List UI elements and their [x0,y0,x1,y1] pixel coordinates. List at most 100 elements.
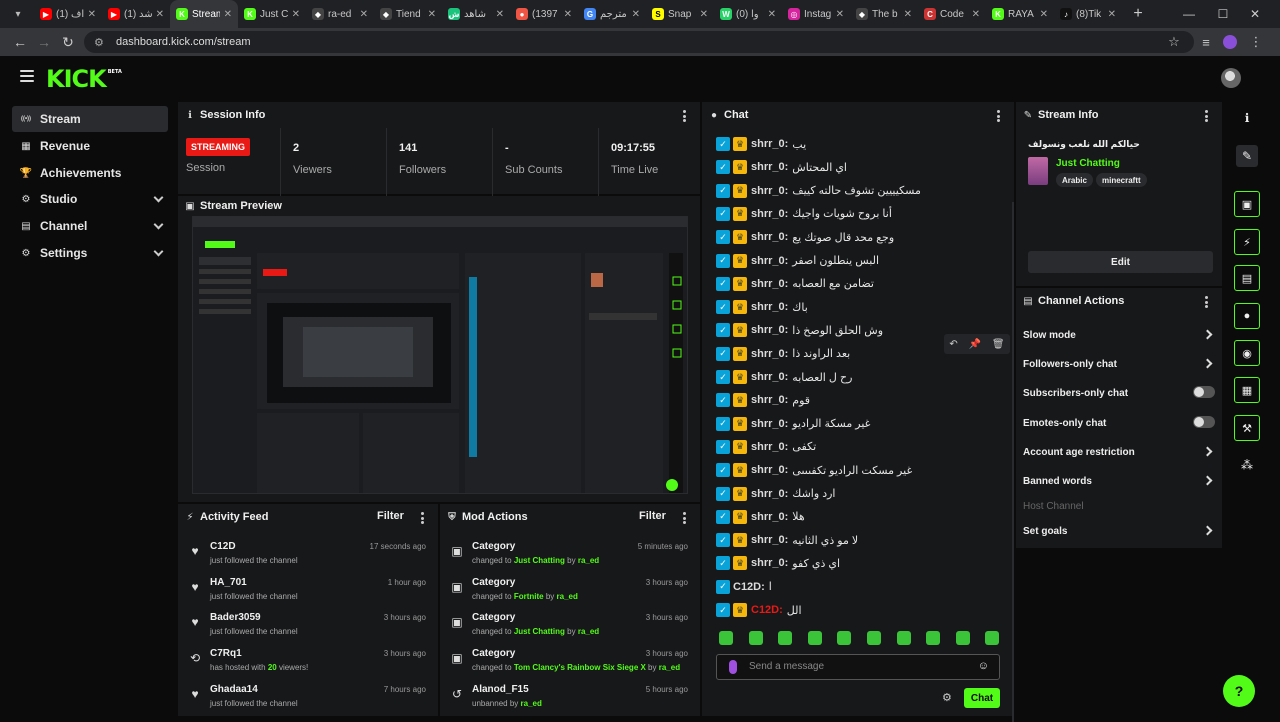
tab-close-icon[interactable]: ✕ [496,9,504,20]
chat-username[interactable]: shrr_0: [751,394,788,406]
chat-message[interactable]: ✓ ♛ shrr_0: لا مو ذي الثانيه [716,530,858,550]
new-tab-button[interactable]: + [1128,5,1148,23]
chat-message[interactable]: ✓ ♛ shrr_0: وجع محد قال صوتك يع [716,227,894,247]
browser-tab[interactable]: ◆ Tiend ✕ [374,0,442,28]
tab-close-icon[interactable]: ✕ [224,9,232,20]
activity-user[interactable]: HA_701 [210,577,247,588]
tab-close-icon[interactable]: ✕ [700,9,708,20]
chat-message[interactable]: ✓ ♛ shrr_0: البس ينطلون اصفر [716,251,879,271]
sidebar-item-studio[interactable]: ⚙ Studio [12,186,168,212]
stream-info-menu-icon[interactable] [1204,110,1208,122]
emote-icon[interactable] [837,631,852,645]
tab-close-icon[interactable]: ✕ [360,9,368,20]
mic-icon[interactable] [729,660,737,674]
tab-close-icon[interactable]: ✕ [88,9,96,20]
preview-rail-icon[interactable]: ▣ [1234,191,1260,217]
browser-tab[interactable]: C Code ✕ [918,0,986,28]
forward-icon[interactable]: → [32,30,56,54]
chat-username[interactable]: shrr_0: [751,371,788,383]
emote-icon[interactable] [748,631,763,645]
browser-tab[interactable]: ◆ ra-ed ✕ [306,0,374,28]
emote-icon[interactable] [896,631,911,645]
sidebar-item-stream[interactable]: ((•)) Stream [12,106,168,132]
mod-action-target[interactable]: Just Chatting [514,556,565,565]
tab-close-icon[interactable]: ✕ [972,9,980,20]
profile-icon[interactable] [1218,30,1242,54]
browser-tab[interactable]: ◆ The b ✕ [850,0,918,28]
channel-action-account-age-restriction[interactable]: Account age restriction [1023,444,1215,460]
stream-tag[interactable]: Arabic [1056,173,1093,187]
browser-tab[interactable]: ▶ (1) شد ✕ [102,0,170,28]
chat-username[interactable]: shrr_0: [751,557,788,569]
chat-message[interactable]: ✓ ♛ C12D: الل [716,600,802,620]
toggle-switch[interactable] [1193,416,1215,428]
edit-stream-button[interactable]: Edit [1028,251,1213,273]
browser-tab[interactable]: S Snap ✕ [646,0,714,28]
chat-username[interactable]: shrr_0: [751,418,788,430]
activity-user[interactable]: C7Rq1 [210,648,242,659]
bookmark-star-icon[interactable]: ☆ [1162,30,1186,54]
url-field[interactable]: ⚙ dashboard.kick.com/stream [84,31,1194,53]
browser-tab[interactable]: K Just C ✕ [238,0,306,28]
channel-action-subscribers-only-chat[interactable]: Subscribers-only chat [1023,385,1215,401]
back-icon[interactable]: ← [8,30,32,54]
mod-action-moderator[interactable]: ra_ed [521,699,542,708]
pin-icon[interactable]: 📌 [969,339,981,350]
tab-close-icon[interactable]: ✕ [904,9,912,20]
chat-message[interactable]: ✓ ♛ shrr_0: اي المحتاش [716,157,847,177]
activity-rail-icon[interactable]: ⚡ [1234,229,1260,255]
browser-tab[interactable]: ▶ (1) اف ✕ [34,0,102,28]
emote-icon[interactable] [985,631,1000,645]
tab-close-icon[interactable]: ✕ [768,9,776,20]
sidebar-item-settings[interactable]: ⚙ Settings [12,240,168,266]
chat-username[interactable]: shrr_0: [751,161,788,173]
reply-icon[interactable]: ↶ [949,339,957,350]
stream-preview-video[interactable] [192,216,688,494]
browser-tab[interactable]: G مترجم ✕ [578,0,646,28]
maximize-icon[interactable]: ☐ [1208,0,1238,28]
chat-username[interactable]: shrr_0: [751,464,788,476]
chat-message[interactable]: ✓ ♛ shrr_0: وش الحلق الوصخ ذا [716,320,883,340]
channel-action-banned-words[interactable]: Banned words [1023,473,1215,489]
chat-rail-icon[interactable]: ● [1234,303,1260,329]
channel-action-followers-only-chat[interactable]: Followers-only chat [1023,356,1215,372]
browser-tab[interactable]: ♪ (8)Tik ✕ [1054,0,1122,28]
chat-message[interactable]: ✓ ♛ shrr_0: تكفى [716,437,816,457]
browser-tab[interactable]: K RAYA ✕ [986,0,1054,28]
chat-username[interactable]: shrr_0: [751,278,788,290]
browser-tab[interactable]: ◎ Instag ✕ [782,0,850,28]
list-rail-icon[interactable]: ▤ [1234,265,1260,291]
activity-user[interactable]: Ghadaa14 [210,684,258,695]
stream-tag[interactable]: minecraftt [1096,173,1147,187]
sidebar-item-achievements[interactable]: 🏆 Achievements [12,160,168,186]
close-window-icon[interactable]: ✕ [1240,0,1270,28]
toggle-switch[interactable] [1193,386,1215,398]
mod-action-moderator[interactable]: ra_ed [578,556,599,565]
browser-menu-icon[interactable]: ⋮ [1244,30,1268,54]
activity-menu-icon[interactable] [420,512,424,524]
layout-rail-icon[interactable]: ▦ [1234,377,1260,403]
kick-logo[interactable]: KICK BETA [46,65,122,93]
browser-tab[interactable]: ش شاهد ✕ [442,0,510,28]
emoji-icon[interactable]: ☺ [978,660,989,672]
browser-tab[interactable]: W (0) وا ✕ [714,0,782,28]
session-menu-icon[interactable] [682,110,686,122]
tab-close-icon[interactable]: ✕ [632,9,640,20]
tab-close-icon[interactable]: ✕ [156,9,164,20]
chat-username[interactable]: shrr_0: [751,324,788,336]
apps-rail-icon[interactable]: ⁂ [1236,454,1258,476]
chat-message[interactable]: ✓ ♛ shrr_0: مسكيييين تشوف حالته كييف [716,181,921,201]
sidebar-item-channel[interactable]: ▤ Channel [12,213,168,239]
tab-close-icon[interactable]: ✕ [292,9,300,20]
chat-input[interactable]: Send a message ☺ [716,654,1000,680]
delete-icon[interactable]: 🗑 [992,339,1005,350]
emote-icon[interactable] [778,631,793,645]
chat-message[interactable]: ✓ ♛ shrr_0: غير مسكت الراديو تكفىىىى [716,460,912,480]
emote-icon[interactable] [926,631,941,645]
chat-username[interactable]: shrr_0: [751,185,788,197]
chat-username[interactable]: C12D: [751,604,783,616]
chat-username[interactable]: shrr_0: [751,208,788,220]
chat-message[interactable]: ✓ ♛ shrr_0: غير مسكة الراديو [716,414,870,434]
chat-username[interactable]: C12D: [733,581,765,593]
channel-actions-menu-icon[interactable] [1204,296,1208,308]
